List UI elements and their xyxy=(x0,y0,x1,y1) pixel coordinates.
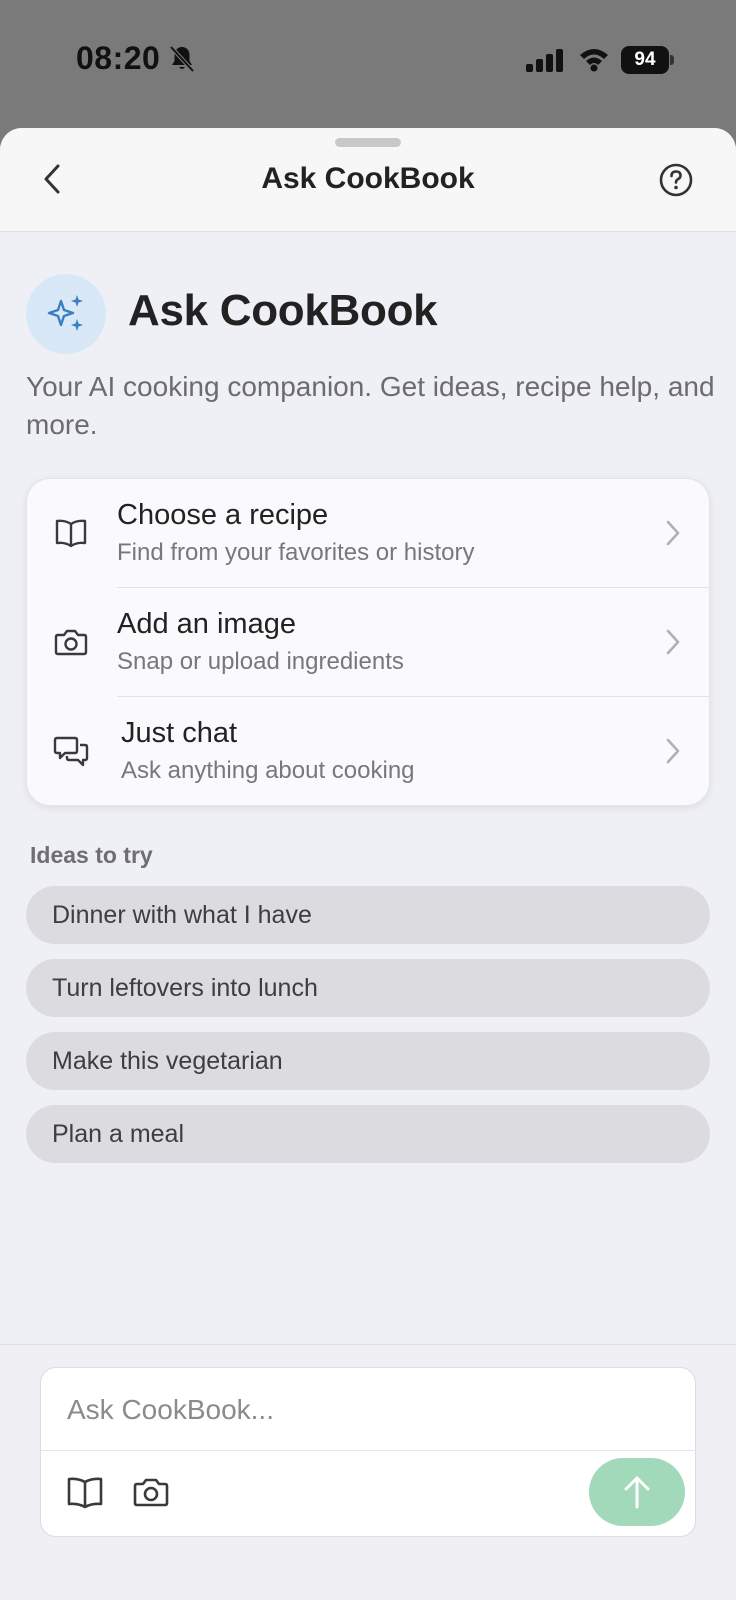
camera-icon xyxy=(54,629,88,656)
chevron-right-icon xyxy=(666,629,680,655)
battery-tip xyxy=(670,55,674,65)
book-icon[interactable] xyxy=(65,1472,105,1512)
navigation-bar: Ask CookBook xyxy=(0,128,736,232)
nav-title: Ask CookBook xyxy=(261,162,475,195)
idea-chip[interactable]: Dinner with what I have xyxy=(26,886,710,944)
option-add-image[interactable]: Add an image Snap or upload ingredients xyxy=(27,588,711,696)
bell-slash-icon xyxy=(169,45,195,73)
hero-subtitle: Your AI cooking companion. Get ideas, re… xyxy=(26,371,715,440)
option-choose-recipe[interactable]: Choose a recipe Find from your favorites… xyxy=(27,479,711,587)
send-button[interactable] xyxy=(589,1458,685,1526)
chat-bubbles-icon xyxy=(53,736,89,767)
status-time: 08:20 xyxy=(76,40,161,76)
chevron-right-icon xyxy=(666,520,680,546)
idea-chip[interactable]: Make this vegetarian xyxy=(26,1032,710,1090)
wifi-icon xyxy=(580,49,608,72)
camera-icon[interactable] xyxy=(131,1472,171,1512)
option-label: Choose a recipe xyxy=(117,499,329,531)
option-label: Just chat xyxy=(121,717,238,749)
idea-chip[interactable]: Turn leftovers into lunch xyxy=(26,959,710,1017)
composer xyxy=(40,1367,697,1537)
hero-title: Ask CookBook xyxy=(128,286,438,335)
sparkles-icon xyxy=(47,295,83,331)
option-just-chat[interactable]: Just chat Ask anything about cooking xyxy=(27,697,711,805)
composer-divider xyxy=(41,1450,697,1451)
option-description: Find from your favorites or history xyxy=(117,539,475,566)
status-bar: 08:20 94 xyxy=(0,0,736,128)
chevron-left-icon xyxy=(44,164,60,194)
option-description: Ask anything about cooking xyxy=(121,757,415,784)
ask-cookbook-sheet: Ask CookBook Ask CookBook Your AI cookin… xyxy=(0,128,736,1600)
options-card: Choose a recipe Find from your favorites… xyxy=(26,478,710,806)
battery-icon: 94 xyxy=(621,46,669,74)
option-label: Add an image xyxy=(117,608,296,640)
battery-level: 94 xyxy=(634,49,656,70)
question-circle-icon[interactable] xyxy=(658,162,694,198)
signal-icon xyxy=(526,49,563,72)
arrow-up-icon xyxy=(624,1476,650,1509)
hero-avatar xyxy=(26,274,106,354)
idea-chip[interactable]: Plan a meal xyxy=(26,1105,710,1163)
option-description: Snap or upload ingredients xyxy=(117,648,404,675)
ideas-section-title: Ideas to try xyxy=(30,842,153,868)
sheet-grabber[interactable] xyxy=(335,138,401,147)
composer-area xyxy=(0,1344,736,1600)
ask-input[interactable] xyxy=(67,1390,667,1430)
back-button[interactable] xyxy=(36,162,68,196)
book-icon xyxy=(55,519,87,548)
chevron-right-icon xyxy=(666,738,680,764)
